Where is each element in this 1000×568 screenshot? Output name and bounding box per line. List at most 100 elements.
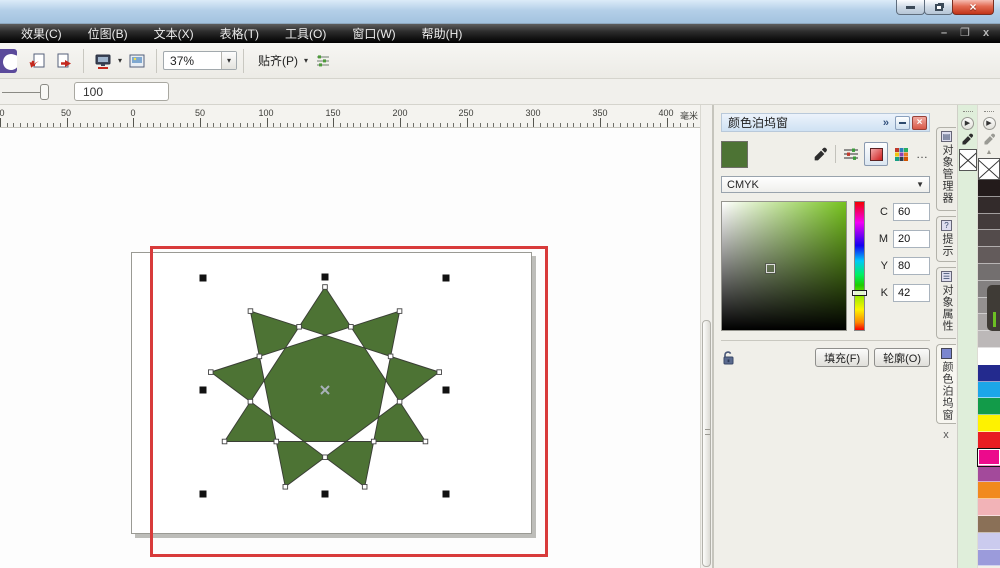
menu-window[interactable]: 窗口(W): [339, 25, 408, 42]
star-node[interactable]: [362, 484, 367, 489]
selection-handle[interactable]: [443, 387, 450, 394]
tab-object-properties[interactable]: ☰对象属性: [936, 267, 956, 339]
fill-button[interactable]: 填充(F): [815, 348, 869, 367]
color-swatch[interactable]: [978, 365, 1000, 382]
star-node[interactable]: [371, 439, 376, 444]
color-field[interactable]: [721, 201, 847, 331]
canvas[interactable]: [0, 128, 700, 568]
color-swatch[interactable]: [978, 264, 1000, 281]
lock-open-icon[interactable]: [721, 350, 736, 366]
scroll-up-icon[interactable]: ▲: [986, 149, 993, 156]
star-node[interactable]: [274, 439, 279, 444]
menu-help[interactable]: 帮助(H): [409, 25, 476, 42]
zoom-level-combo[interactable]: 37% ▾: [163, 51, 237, 70]
tab-hints[interactable]: ?提示: [936, 216, 956, 262]
document-palette-flyout-button[interactable]: ▶: [961, 117, 974, 130]
eyedropper-icon[interactable]: [961, 133, 974, 146]
star-node[interactable]: [222, 439, 227, 444]
menu-effects[interactable]: 效果(C): [8, 25, 75, 42]
vertical-scrollbar-thumb[interactable]: [702, 320, 711, 567]
menu-text[interactable]: 文本(X): [141, 25, 207, 42]
selection-handle[interactable]: [200, 275, 207, 282]
channel-input-k[interactable]: [893, 284, 930, 302]
docker-more-button[interactable]: …: [914, 147, 930, 161]
transparency-value-input[interactable]: [74, 82, 169, 101]
channel-input-m[interactable]: [893, 230, 930, 248]
channel-input-c[interactable]: [893, 203, 930, 221]
star-node[interactable]: [437, 370, 442, 375]
color-model-select[interactable]: CMYK ▼: [721, 176, 930, 193]
doc-close-button[interactable]: x: [980, 28, 992, 39]
horizontal-ruler[interactable]: 050050100150200250300350400 毫米: [0, 105, 700, 128]
star-node[interactable]: [283, 484, 288, 489]
star-node[interactable]: [397, 309, 402, 314]
star-node[interactable]: [323, 455, 328, 460]
docker-minimize-button[interactable]: [895, 116, 910, 130]
menu-bitmaps[interactable]: 位图(B): [75, 25, 141, 42]
import-button[interactable]: [27, 50, 49, 72]
star-node[interactable]: [423, 439, 428, 444]
selection-handle[interactable]: [200, 387, 207, 394]
menu-tools[interactable]: 工具(O): [272, 25, 339, 42]
star-node[interactable]: [388, 354, 393, 359]
color-swatch[interactable]: [978, 214, 1000, 231]
selection-handle[interactable]: [443, 275, 450, 282]
palette-drag-handle[interactable]: [984, 111, 994, 114]
color-swatch[interactable]: [978, 331, 1000, 348]
palette-drag-handle[interactable]: [963, 111, 973, 114]
selection-handle[interactable]: [443, 491, 450, 498]
color-swatch[interactable]: [978, 550, 1000, 567]
color-swatch[interactable]: [978, 482, 1000, 499]
star-node[interactable]: [248, 399, 253, 404]
tab-object-manager[interactable]: ▤对象管理器: [936, 127, 956, 211]
color-swatch[interactable]: [978, 348, 1000, 365]
launcher-dropdown-arrow[interactable]: ▾: [118, 56, 122, 65]
star-node[interactable]: [297, 324, 302, 329]
channel-input-y[interactable]: [893, 257, 930, 275]
hue-slider-handle[interactable]: [852, 290, 867, 296]
color-swatch[interactable]: [978, 499, 1000, 516]
color-viewers-button[interactable]: [864, 142, 888, 166]
selection-handle[interactable]: [322, 491, 329, 498]
no-color-swatch[interactable]: [959, 149, 977, 171]
star-node[interactable]: [208, 370, 213, 375]
eyedropper-button[interactable]: [810, 144, 830, 164]
snap-to-button[interactable]: 贴齐(P): [258, 52, 298, 69]
export-button[interactable]: [53, 50, 75, 72]
options-button[interactable]: [312, 50, 334, 72]
color-swatch[interactable]: [978, 415, 1000, 432]
transparency-slider-handle[interactable]: [40, 84, 49, 100]
star-node[interactable]: [248, 309, 253, 314]
color-swatch[interactable]: [978, 516, 1000, 533]
color-swatch[interactable]: [978, 180, 1000, 197]
selection-handle[interactable]: [200, 491, 207, 498]
star-node[interactable]: [323, 285, 328, 290]
color-sliders-button[interactable]: [841, 144, 861, 164]
color-palettes-button[interactable]: [891, 144, 911, 164]
eyedropper-icon[interactable]: [983, 133, 996, 146]
welcome-screen-button[interactable]: [126, 50, 148, 72]
hue-slider[interactable]: [854, 201, 865, 331]
color-swatch[interactable]: [978, 247, 1000, 264]
docker-close-button[interactable]: ×: [912, 116, 927, 130]
outline-button[interactable]: 轮廓(O): [874, 348, 930, 367]
color-swatch[interactable]: [978, 382, 1000, 399]
star-node[interactable]: [397, 399, 402, 404]
color-swatch[interactable]: [978, 449, 1000, 466]
menu-table[interactable]: 表格(T): [207, 25, 272, 42]
default-palette-flyout-button[interactable]: ▶: [983, 117, 996, 130]
no-color-swatch[interactable]: [978, 158, 1000, 180]
minimize-button[interactable]: [896, 0, 925, 15]
restore-button[interactable]: [924, 0, 953, 15]
vertical-scrollbar[interactable]: [700, 105, 713, 568]
color-swatch[interactable]: [978, 398, 1000, 415]
star-node[interactable]: [257, 354, 262, 359]
color-swatch[interactable]: [978, 197, 1000, 214]
color-swatch[interactable]: [978, 533, 1000, 550]
snap-dropdown-arrow[interactable]: ▾: [304, 56, 308, 65]
color-swatch[interactable]: [978, 466, 1000, 483]
docker-strip-close-button[interactable]: x: [936, 429, 956, 441]
doc-minimize-button[interactable]: –: [938, 28, 950, 39]
close-button[interactable]: ×: [952, 0, 994, 15]
color-swatch[interactable]: [978, 230, 1000, 247]
